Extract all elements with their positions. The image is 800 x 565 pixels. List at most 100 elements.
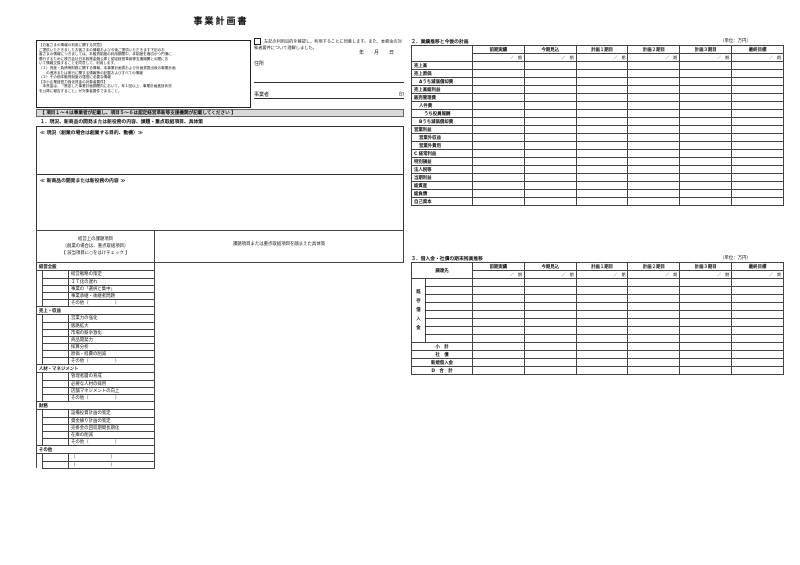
loan-value-cell[interactable] — [472, 294, 525, 303]
loan-summary-cell[interactable] — [523, 342, 577, 351]
loan-summary-cell[interactable] — [679, 350, 733, 359]
performance-value-cell[interactable] — [679, 117, 733, 126]
issue-check-cell[interactable] — [42, 349, 69, 358]
issue-check-cell[interactable] — [42, 284, 69, 293]
performance-value-cell[interactable] — [575, 109, 629, 118]
loan-value-cell[interactable] — [472, 286, 525, 295]
performance-value-cell[interactable] — [679, 165, 733, 174]
issue-check-cell[interactable] — [42, 460, 69, 469]
performance-value-cell[interactable] — [627, 109, 681, 118]
performance-value-cell[interactable] — [731, 157, 784, 166]
performance-value-cell[interactable] — [575, 141, 629, 150]
loan-value-cell[interactable] — [575, 294, 629, 303]
performance-value-cell[interactable] — [627, 77, 681, 86]
performance-value-cell[interactable] — [472, 157, 525, 166]
performance-value-cell[interactable] — [523, 109, 577, 118]
loan-value-cell[interactable] — [731, 334, 784, 343]
performance-value-cell[interactable] — [472, 197, 525, 206]
loan-summary-cell[interactable] — [627, 350, 681, 359]
performance-value-cell[interactable] — [575, 93, 629, 102]
performance-value-cell[interactable] — [679, 101, 733, 110]
performance-value-cell[interactable] — [627, 141, 681, 150]
loan-summary-cell[interactable] — [472, 350, 525, 359]
performance-value-cell[interactable] — [523, 93, 577, 102]
loan-value-cell[interactable] — [575, 278, 629, 287]
loan-summary-cell[interactable] — [679, 342, 733, 351]
performance-value-cell[interactable] — [627, 173, 681, 182]
performance-value-cell[interactable] — [627, 117, 681, 126]
performance-period-cell[interactable]: ／ 期 — [472, 53, 525, 62]
loan-value-cell[interactable] — [731, 302, 784, 311]
loan-summary-cell[interactable] — [523, 350, 577, 359]
performance-period-cell[interactable]: ／ 期 — [575, 53, 629, 62]
performance-value-cell[interactable] — [627, 181, 681, 190]
performance-value-cell[interactable] — [679, 173, 733, 182]
loan-lender-cell[interactable] — [425, 334, 473, 343]
loan-value-cell[interactable] — [679, 326, 733, 335]
performance-value-cell[interactable] — [575, 173, 629, 182]
loan-value-cell[interactable] — [472, 310, 525, 319]
issue-check-cell[interactable] — [42, 372, 69, 381]
performance-value-cell[interactable] — [731, 109, 784, 118]
loan-period-cell[interactable]: ／ 期 — [523, 270, 577, 279]
loan-lender-cell[interactable] — [425, 302, 473, 311]
performance-value-cell[interactable] — [472, 101, 525, 110]
loan-value-cell[interactable] — [627, 334, 681, 343]
loan-summary-cell[interactable] — [575, 342, 629, 351]
issue-check-cell[interactable] — [42, 416, 69, 425]
performance-value-cell[interactable] — [523, 69, 577, 78]
loan-summary-cell[interactable] — [575, 358, 629, 367]
issue-check-cell[interactable] — [42, 328, 69, 337]
performance-value-cell[interactable] — [627, 93, 681, 102]
loan-lender-cell[interactable] — [425, 286, 473, 295]
loan-value-cell[interactable] — [731, 294, 784, 303]
loan-value-cell[interactable] — [523, 286, 577, 295]
loan-value-cell[interactable] — [627, 310, 681, 319]
loan-summary-cell[interactable] — [627, 358, 681, 367]
issue-check-cell[interactable] — [42, 277, 69, 286]
issue-check-cell[interactable] — [42, 409, 69, 418]
performance-value-cell[interactable] — [731, 165, 784, 174]
loan-value-cell[interactable] — [575, 318, 629, 327]
performance-value-cell[interactable] — [627, 61, 681, 70]
performance-value-cell[interactable] — [575, 133, 629, 142]
performance-value-cell[interactable] — [575, 77, 629, 86]
performance-value-cell[interactable] — [472, 125, 525, 134]
loan-value-cell[interactable] — [627, 318, 681, 327]
issue-check-cell[interactable] — [42, 423, 69, 432]
loan-summary-cell[interactable] — [731, 358, 784, 367]
performance-value-cell[interactable] — [575, 69, 629, 78]
performance-value-cell[interactable] — [679, 189, 733, 198]
loan-period-cell[interactable]: ／ 期 — [575, 270, 629, 279]
performance-value-cell[interactable] — [523, 197, 577, 206]
performance-value-cell[interactable] — [472, 165, 525, 174]
loan-value-cell[interactable] — [575, 334, 629, 343]
current-status-box[interactable]: ≪ 現況（創業の場合は創業する目的、動機）≫ — [36, 126, 404, 175]
issue-check-cell[interactable] — [42, 437, 69, 446]
loan-value-cell[interactable] — [627, 326, 681, 335]
performance-value-cell[interactable] — [523, 157, 577, 166]
loan-lender-cell[interactable] — [425, 278, 473, 287]
performance-value-cell[interactable] — [731, 93, 784, 102]
performance-value-cell[interactable] — [679, 149, 733, 158]
performance-value-cell[interactable] — [523, 125, 577, 134]
issue-check-cell[interactable] — [42, 321, 69, 330]
performance-value-cell[interactable] — [679, 93, 733, 102]
performance-value-cell[interactable] — [627, 125, 681, 134]
loan-value-cell[interactable] — [679, 334, 733, 343]
performance-value-cell[interactable] — [731, 197, 784, 206]
performance-value-cell[interactable] — [679, 61, 733, 70]
performance-value-cell[interactable] — [575, 149, 629, 158]
performance-period-cell[interactable]: ／ 期 — [627, 53, 681, 62]
loan-summary-cell[interactable] — [523, 366, 577, 375]
performance-value-cell[interactable] — [472, 133, 525, 142]
performance-value-cell[interactable] — [679, 141, 733, 150]
performance-value-cell[interactable] — [523, 173, 577, 182]
loan-value-cell[interactable] — [731, 286, 784, 295]
loan-value-cell[interactable] — [731, 310, 784, 319]
performance-value-cell[interactable] — [523, 141, 577, 150]
loan-summary-cell[interactable] — [627, 342, 681, 351]
performance-value-cell[interactable] — [523, 85, 577, 94]
loan-value-cell[interactable] — [731, 326, 784, 335]
loan-value-cell[interactable] — [523, 294, 577, 303]
